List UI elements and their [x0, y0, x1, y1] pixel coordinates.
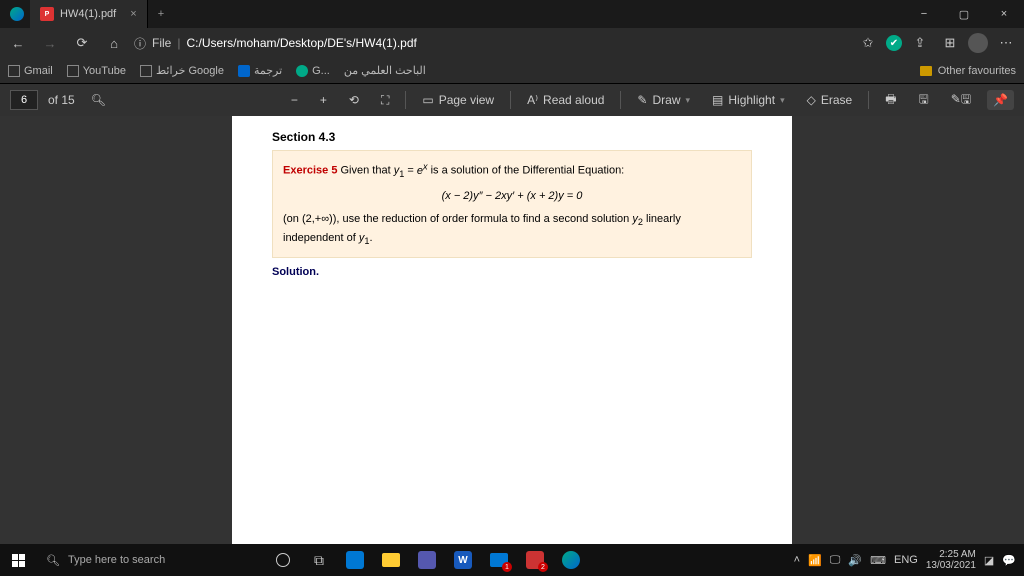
save-as-button[interactable]: ✎🖫 [945, 87, 977, 114]
translate-icon [238, 65, 250, 77]
start-button[interactable] [0, 544, 36, 576]
teams-icon [418, 551, 436, 569]
doc-icon [8, 65, 20, 77]
rotate-button[interactable]: ⟲ [343, 90, 365, 110]
fav-translate[interactable]: ترجمة [238, 64, 282, 77]
pdf-icon: P [40, 7, 54, 21]
sync-icon[interactable]: ✔ [886, 35, 902, 51]
erase-icon: ◇ [807, 93, 816, 107]
fav-maps[interactable]: خرائط Google [140, 64, 224, 77]
forward-button[interactable]: → [38, 31, 62, 55]
chevron-down-icon: ▾ [686, 95, 691, 106]
fav-scholar[interactable]: الباحث العلمي من [344, 64, 426, 77]
app-unknown[interactable]: 2 [518, 544, 552, 576]
save-button[interactable]: 🖫 [913, 87, 935, 114]
profile-avatar[interactable] [968, 33, 988, 53]
edge-icon [562, 551, 580, 569]
cortana-button[interactable] [266, 544, 300, 576]
home-button[interactable]: ⌂ [102, 31, 126, 55]
volume-icon[interactable]: 🔊 [848, 554, 862, 567]
app-teams[interactable] [410, 544, 444, 576]
maximize-button[interactable]: ▢ [944, 0, 984, 28]
monitor-icon[interactable]: 🖵 [830, 554, 841, 567]
highlight-button[interactable]: ▤Highlight▾ [706, 90, 791, 110]
badge-icon: 1 [502, 562, 512, 572]
highlight-icon: ▤ [712, 93, 723, 107]
menu-dots-icon[interactable]: ⋯ [994, 31, 1018, 55]
chevron-down-icon: ▾ [780, 95, 785, 106]
tab[interactable]: P HW4(1).pdf × [30, 0, 148, 28]
notifications-icon[interactable]: 💬 [1002, 554, 1016, 567]
new-tab-button[interactable]: + [148, 8, 174, 20]
fit-button[interactable]: ⛶ [375, 90, 395, 111]
collections-icon[interactable]: ⊞ [938, 31, 962, 55]
zoom-out-button[interactable]: − [285, 90, 304, 110]
exercise-box: Exercise 5 Given that y1 = ex is a solut… [272, 150, 752, 258]
page-of-label: of 15 [48, 93, 75, 107]
close-tab-icon[interactable]: × [130, 8, 136, 20]
search-placeholder: Type here to search [68, 554, 165, 566]
fav-gmail[interactable]: Gmail [8, 65, 53, 77]
app-explorer[interactable] [374, 544, 408, 576]
close-window-button[interactable]: × [984, 0, 1024, 28]
erase-button[interactable]: ◇Erase [801, 90, 859, 110]
doc-icon [140, 65, 152, 77]
app-outlook[interactable] [338, 544, 372, 576]
badge-icon: 2 [538, 562, 548, 572]
fav-youtube[interactable]: YouTube [67, 65, 126, 77]
pdf-page: Section 4.3 Exercise 5 Given that y1 = e… [232, 116, 792, 544]
refresh-button[interactable]: ⟳ [70, 31, 94, 55]
clock[interactable]: 2:25 AM 13/03/2021 [926, 549, 976, 571]
pdf-viewer[interactable]: Section 4.3 Exercise 5 Given that y1 = e… [0, 116, 1024, 544]
equation: (x − 2)y″ − 2xy′ + (x + 2)y = 0 [283, 188, 741, 206]
word-icon: W [454, 551, 472, 569]
tray-chevron-icon[interactable]: ˄ [794, 554, 800, 566]
address-bar[interactable]: ⓘ File | C:/Users/moham/Desktop/DE's/HW4… [134, 35, 848, 52]
taskbar-search[interactable]: 🔍︎ Type here to search [36, 544, 236, 576]
draw-icon: ✎ [637, 93, 647, 107]
search-icon[interactable]: 🔍︎ [91, 93, 106, 107]
cortana-icon [276, 553, 290, 567]
other-favourites[interactable]: Other favourites [938, 65, 1016, 77]
g-icon [296, 65, 308, 77]
zoom-in-button[interactable]: + [314, 90, 333, 110]
share-icon[interactable]: ⇪ [908, 31, 932, 55]
app-edge[interactable] [554, 544, 588, 576]
tray-app-icon[interactable]: ◪ [984, 554, 994, 567]
page-number-input[interactable] [10, 90, 38, 110]
language-indicator[interactable]: ENG [894, 554, 918, 566]
app-word[interactable]: W [446, 544, 480, 576]
minimize-button[interactable]: − [904, 0, 944, 28]
outlook-icon [346, 551, 364, 569]
folder-icon [920, 66, 932, 76]
section-heading: Section 4.3 [272, 130, 752, 144]
back-button[interactable]: ← [6, 31, 30, 55]
info-icon: ⓘ [134, 35, 146, 52]
url-path: C:/Users/moham/Desktop/DE's/HW4(1).pdf [186, 36, 416, 50]
fav-g[interactable]: G... [296, 65, 330, 77]
wifi-icon[interactable]: 📶 [808, 554, 822, 567]
solution-label: Solution. [272, 266, 752, 278]
page-view-icon: ▭ [422, 93, 433, 107]
keyboard-icon[interactable]: ⌨ [870, 554, 886, 567]
pin-button[interactable]: 📌 [987, 90, 1014, 110]
exercise-label: Exercise 5 [283, 165, 337, 177]
taskview-icon: ⧉ [314, 552, 324, 569]
search-icon: 🔍︎ [46, 554, 60, 567]
windows-icon [12, 554, 25, 567]
page-view-button[interactable]: ▭Page view [416, 90, 500, 110]
print-button[interactable]: 🖶 [879, 87, 902, 114]
tab-title: HW4(1).pdf [60, 8, 116, 20]
read-aloud-icon: A⁾ [527, 93, 538, 107]
url-scheme: File [152, 36, 171, 50]
app-mail[interactable]: 1 [482, 544, 516, 576]
task-view-button[interactable]: ⧉ [302, 544, 336, 576]
explorer-icon [382, 553, 400, 567]
edge-logo-icon [10, 7, 24, 21]
read-aloud-button[interactable]: A⁾Read aloud [521, 90, 610, 110]
draw-button[interactable]: ✎Draw▾ [631, 90, 696, 110]
doc-icon [67, 65, 79, 77]
favorite-star-icon[interactable]: ✩ [856, 31, 880, 55]
